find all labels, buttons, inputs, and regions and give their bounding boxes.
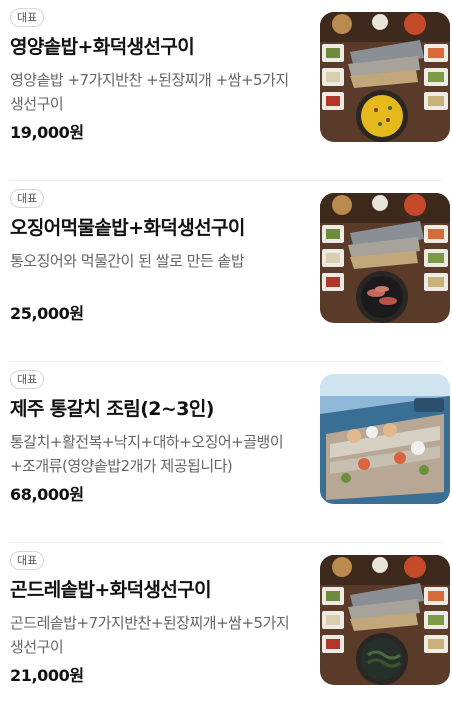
menu-item-price: 68,000원 xyxy=(10,485,84,504)
gondre-rice-set-photo[interactable] xyxy=(320,555,450,685)
menu-item[interactable]: 대표 영양솥밥+화덕생선구이 영양솥밥 +7가지반찬 +된장찌개 +쌈+5가지 … xyxy=(0,0,452,181)
menu-item-description: 통갈치+활전복+낙지+대하+오징어+골뱅이+조개류(영양솥밥2개가 제공됩니다) xyxy=(10,433,284,475)
menu-item[interactable]: 대표 제주 통갈치 조림(2~3인) 통갈치+활전복+낙지+대하+오징어+골뱅이… xyxy=(0,362,452,543)
menu-item[interactable]: 대표 곤드레솥밥+화덕생선구이 곤드레솥밥+7가지반찬+된장찌개+쌈+5가지 생… xyxy=(0,543,452,724)
grilled-fish-rice-set-photo[interactable] xyxy=(320,12,450,142)
menu-item-title: 오징어먹물솥밥+화덕생선구이 xyxy=(10,217,245,239)
menu-item-description: 곤드레솥밥+7가지반찬+된장찌개+쌈+5가지 생선구이 xyxy=(10,614,290,656)
braised-hairtail-photo[interactable] xyxy=(320,374,450,504)
signature-badge: 대표 xyxy=(10,189,45,208)
menu-item-price: 19,000원 xyxy=(10,123,84,142)
menu-item-description: 영양솥밥 +7가지반찬 +된장찌개 +쌈+5가지 생선구이 xyxy=(10,71,289,113)
menu-item-price: 21,000원 xyxy=(10,666,84,685)
signature-badge: 대표 xyxy=(10,8,45,27)
signature-badge: 대표 xyxy=(10,551,45,570)
menu-item[interactable]: 대표 오징어먹물솥밥+화덕생선구이 통오징어와 먹물간이 된 쌀로 만든 솥밥 … xyxy=(0,181,452,362)
menu-item-title: 제주 통갈치 조림(2~3인) xyxy=(10,398,214,420)
menu-item-title: 곤드레솥밥+화덕생선구이 xyxy=(10,579,212,601)
squid-ink-rice-set-photo[interactable] xyxy=(320,193,450,323)
menu-item-price: 25,000원 xyxy=(10,304,84,323)
signature-badge: 대표 xyxy=(10,370,45,389)
menu-item-title: 영양솥밥+화덕생선구이 xyxy=(10,36,195,58)
menu-item-description: 통오징어와 먹물간이 된 쌀로 만든 솥밥 xyxy=(10,252,245,270)
